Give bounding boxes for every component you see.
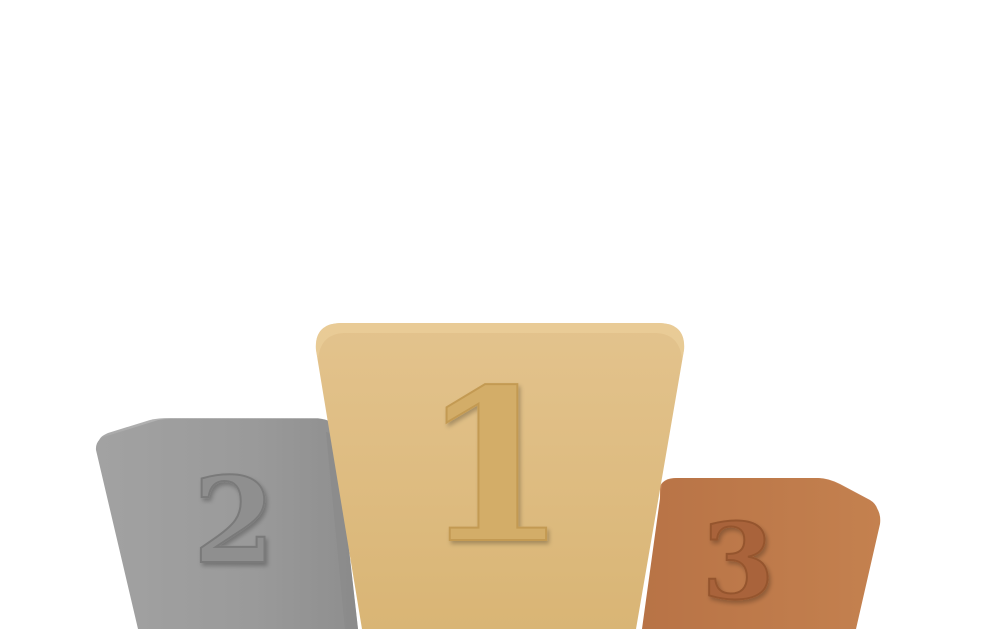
- podium-illustration: 2 1 3: [95, 323, 881, 629]
- podium-scene: 2 1 3: [0, 0, 1000, 629]
- first-place-numeral: 1: [421, 343, 567, 590]
- second-place-numeral: 2: [193, 451, 275, 590]
- third-place-numeral: 3: [702, 500, 774, 623]
